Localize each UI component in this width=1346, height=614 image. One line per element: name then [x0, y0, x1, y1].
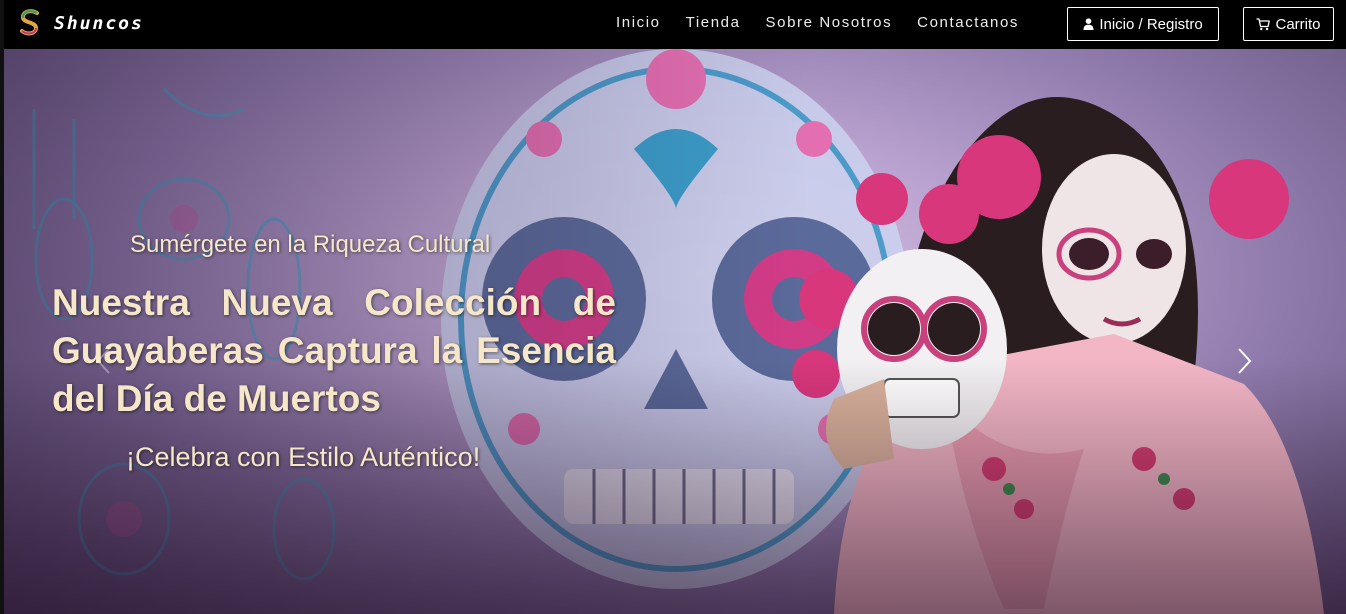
user-icon — [1083, 18, 1094, 30]
cart-button[interactable]: Carrito — [1243, 7, 1334, 41]
nav-link-tienda[interactable]: Tienda — [686, 14, 741, 31]
hero-subtitle: Sumérgete en la Riqueza Cultural — [130, 231, 491, 258]
chevron-right-icon[interactable] — [1232, 347, 1256, 375]
chevron-left-icon[interactable] — [92, 347, 116, 375]
login-register-button[interactable]: Inicio / Registro — [1067, 7, 1219, 41]
cart-icon — [1256, 17, 1271, 30]
shuncos-logo-icon — [20, 9, 39, 36]
nav-link-inicio[interactable]: Inicio — [616, 14, 661, 31]
hero-tagline: ¡Celebra con Estilo Auténtico! — [126, 442, 481, 472]
brand[interactable]: Shuncos — [18, 9, 144, 37]
navbar: Shuncos Inicio Tienda Sobre Nosotros Con… — [4, 0, 1346, 49]
hero-title: Nuestra Nueva Colección de Guayaberas Ca… — [52, 282, 616, 419]
nav-link-sobre-nosotros[interactable]: Sobre Nosotros — [766, 14, 893, 31]
cart-label: Carrito — [1275, 15, 1321, 33]
login-register-label: Inicio / Registro — [1099, 15, 1203, 33]
hero-carousel: Sumérgete en la Riqueza Cultural Nuestra… — [4, 49, 1346, 614]
brand-name: Shuncos — [54, 12, 144, 34]
nav-link-contactanos[interactable]: Contactanos — [917, 14, 1019, 31]
nav-links: Inicio Tienda Sobre Nosotros Contactanos — [616, 14, 1044, 31]
